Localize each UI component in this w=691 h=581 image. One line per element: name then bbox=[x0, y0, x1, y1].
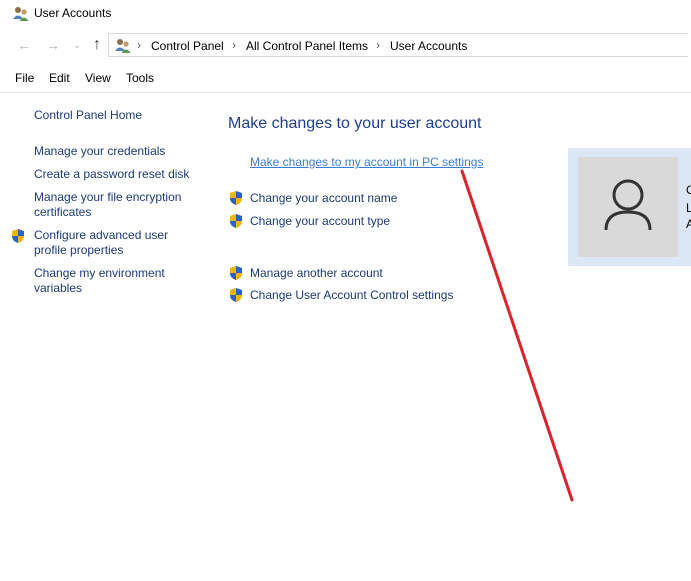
red-annotation-line bbox=[460, 169, 574, 502]
